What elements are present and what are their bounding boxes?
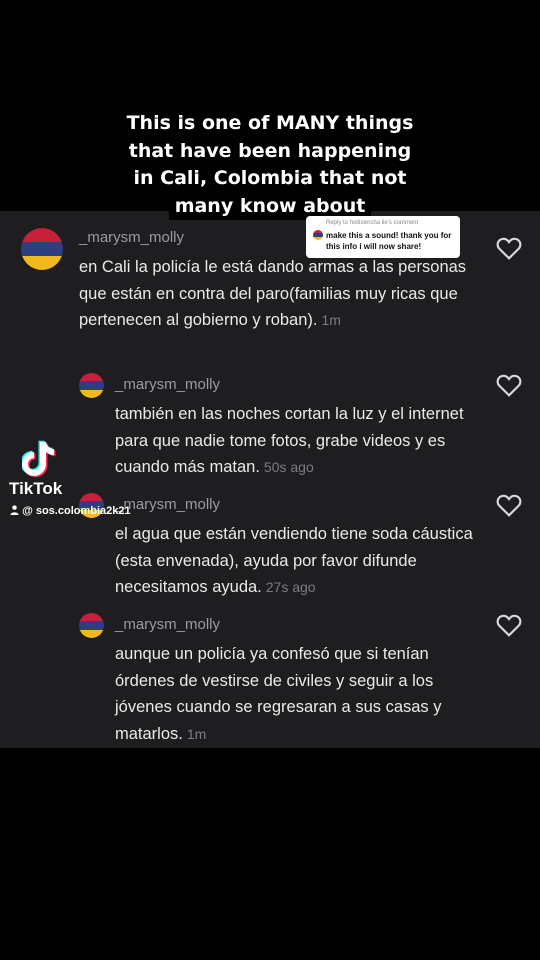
reply-text: el agua que están vendiendo tiene soda c… (115, 521, 485, 601)
tiktok-wordmark: TikTok (9, 479, 63, 498)
watermark-username-text: @ sos.colombia2k21 (22, 505, 131, 517)
reply-time: 1m (186, 725, 207, 742)
reply-username[interactable]: _marysm_molly (115, 616, 220, 633)
comment-username[interactable]: _marysm_molly (79, 229, 184, 246)
comment-text: en Cali la policía le está dando armas a… (79, 254, 474, 334)
heart-icon[interactable] (496, 236, 522, 260)
reply-body: aunque un policía ya confesó que si tení… (115, 645, 442, 743)
caption-line-3: in Cali, Colombia that not (127, 165, 413, 193)
reply-text: también en las noches cortan la luz y el… (115, 401, 485, 481)
reply-card: Reply to hollistercha lie's comment make… (306, 216, 460, 258)
avatar[interactable] (79, 613, 104, 638)
avatar[interactable] (21, 228, 63, 270)
reply-card-avatar (313, 230, 323, 240)
reply-time: 50s ago (263, 459, 314, 475)
reply-username[interactable]: _marysm_molly (115, 496, 220, 513)
reply-username[interactable]: _marysm_molly (115, 376, 220, 393)
reply-text: aunque un policía ya confesó que si tení… (115, 641, 485, 747)
comment-time: 1m (321, 312, 341, 328)
comment-body: en Cali la policía le está dando armas a… (79, 258, 467, 329)
heart-icon[interactable] (496, 373, 522, 397)
video-caption: This is one of MANY things that have bee… (120, 110, 420, 220)
reply-time: 27s ago (265, 579, 316, 595)
heart-icon[interactable] (496, 613, 522, 637)
caption-line-2: that have been happening (122, 137, 418, 165)
watermark-username: @ sos.colombia2k21 (10, 505, 131, 517)
caption-line-1: This is one of MANY things (120, 110, 420, 138)
avatar[interactable] (79, 373, 104, 398)
reply-card-title: Reply to hollistercha lie's comment (326, 220, 419, 226)
tiktok-logo-icon (22, 440, 56, 478)
reply-card-text: make this a sound! thank you for this in… (326, 231, 452, 251)
heart-icon[interactable] (496, 493, 522, 517)
person-icon (10, 505, 19, 515)
